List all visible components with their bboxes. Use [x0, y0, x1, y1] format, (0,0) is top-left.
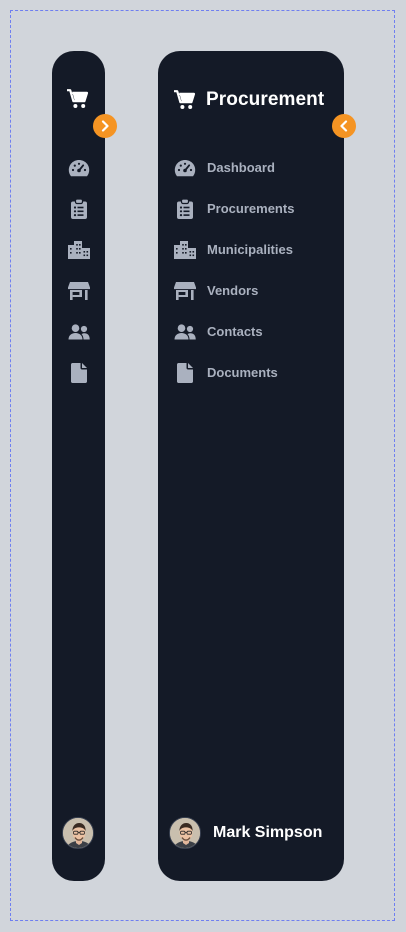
store-icon: [174, 281, 196, 300]
app-brand[interactable]: Procurement: [174, 89, 324, 111]
file-icon: [174, 362, 196, 383]
nav-item-dashboard[interactable]: Dashboard: [158, 147, 344, 188]
clipboard-list-icon: [174, 198, 196, 219]
nav-item-documents[interactable]: Documents: [158, 352, 344, 393]
chevron-left-icon: [340, 120, 348, 132]
app-title: Procurement: [206, 89, 325, 110]
user-name: Mark Simpson: [213, 824, 323, 841]
nav-item-vendors[interactable]: Vendors: [158, 270, 344, 311]
avatar: [169, 817, 201, 849]
users-icon: [68, 323, 90, 340]
user-avatar-collapsed[interactable]: [62, 817, 94, 849]
city-icon: [174, 240, 196, 259]
nav-item-contacts[interactable]: Contacts: [158, 311, 344, 352]
nav-item-label: Municipalities: [207, 242, 293, 257]
nav-item-vendors[interactable]: [52, 270, 105, 311]
city-icon: [67, 240, 90, 259]
nav-item-label: Procurements: [207, 201, 295, 216]
gauge-icon: [68, 159, 90, 177]
nav-item-procurements[interactable]: [52, 188, 105, 229]
avatar: [62, 817, 94, 849]
nav-item-label: Documents: [207, 365, 278, 380]
expand-sidebar-button[interactable]: [93, 114, 117, 138]
sidebar-expanded: Procurement Dashboard Procurements Munic…: [158, 51, 344, 881]
sidebar-nav-collapsed: [52, 147, 105, 393]
file-icon: [70, 362, 87, 383]
nav-item-label: Vendors: [207, 283, 259, 298]
collapse-sidebar-button[interactable]: [332, 114, 356, 138]
cart-icon: [174, 90, 196, 110]
nav-item-label: Dashboard: [207, 160, 275, 175]
nav-item-municipalities[interactable]: [52, 229, 105, 270]
nav-item-dashboard[interactable]: [52, 147, 105, 188]
nav-item-documents[interactable]: [52, 352, 105, 393]
user-profile[interactable]: Mark Simpson: [169, 817, 322, 849]
sidebar-collapsed: [52, 51, 105, 881]
sidebar-nav-expanded: Dashboard Procurements Municipalities Ve…: [158, 147, 344, 393]
nav-item-label: Contacts: [207, 324, 263, 339]
nav-item-procurements[interactable]: Procurements: [158, 188, 344, 229]
nav-item-municipalities[interactable]: Municipalities: [158, 229, 344, 270]
gauge-icon: [174, 159, 196, 177]
store-icon: [67, 281, 90, 300]
nav-item-contacts[interactable]: [52, 311, 105, 352]
cart-icon[interactable]: [67, 89, 89, 111]
users-icon: [174, 323, 196, 340]
chevron-right-icon: [101, 120, 109, 132]
clipboard-list-icon: [70, 198, 87, 219]
